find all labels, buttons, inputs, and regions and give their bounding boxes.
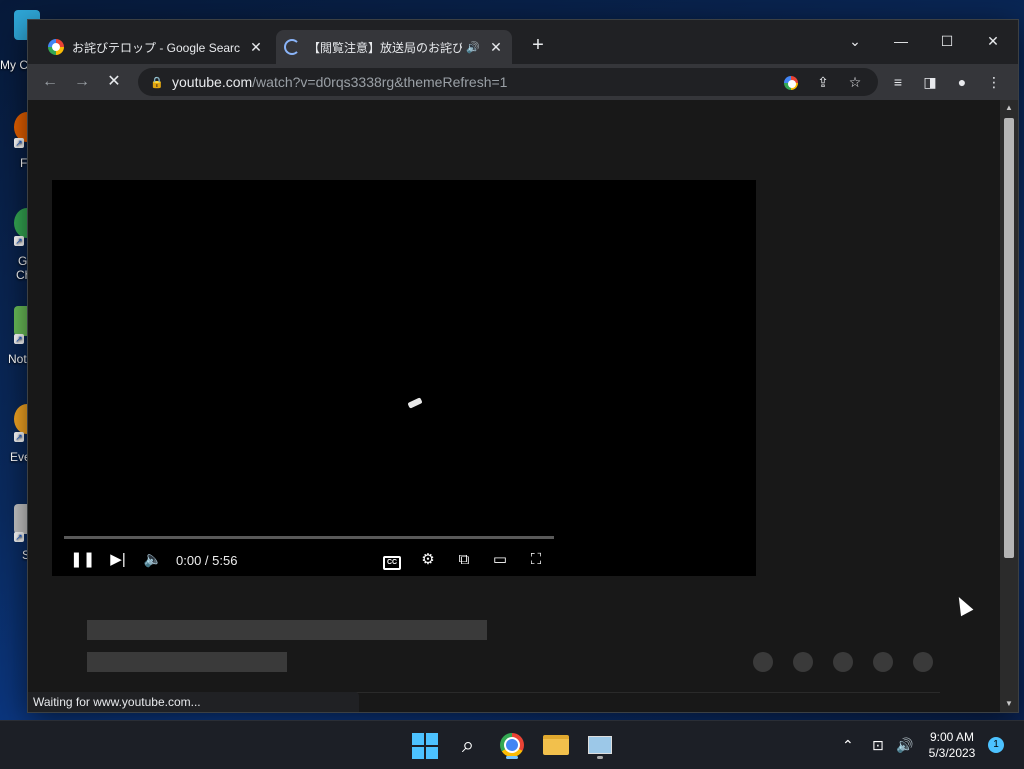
video-time: 0:00 / 5:56 — [176, 553, 238, 568]
loading-indicator — [407, 397, 423, 409]
action-placeholder — [913, 652, 933, 672]
desktop-icon-label: G — [18, 254, 28, 268]
desktop-icon-label: F — [20, 156, 28, 170]
google-favicon-icon — [48, 39, 64, 55]
profile-icon[interactable]: ● — [950, 70, 974, 94]
browser-window: お詫びテロップ - Google Search ✕ 【閲覧注意】放送局のお詫び・… — [28, 20, 1018, 712]
shortcut-arrow-icon: ↗ — [14, 334, 24, 344]
pause-button[interactable]: ❚❚ — [70, 548, 95, 572]
search-icon[interactable]: ⌕ — [452, 729, 484, 761]
back-button[interactable]: ← — [38, 70, 62, 94]
tab-google-search[interactable]: お詫びテロップ - Google Search ✕ — [40, 30, 272, 64]
tab-search-button[interactable]: ⌄ — [840, 26, 870, 56]
desktop-icon-label: My C — [0, 58, 28, 72]
action-placeholder — [753, 652, 773, 672]
shortcut-arrow-icon: ↗ — [14, 532, 24, 542]
show-hidden-icons-chevron-icon[interactable]: ⌃ — [842, 737, 854, 754]
action-placeholder — [833, 652, 853, 672]
shortcut-arrow-icon: ↗ — [14, 432, 24, 442]
tab-title: 【閲覧注意】放送局のお詫び・ — [308, 40, 463, 55]
new-tab-button[interactable]: + — [526, 34, 550, 58]
chrome-icon — [500, 733, 524, 757]
taskbar-chrome-button[interactable] — [496, 729, 528, 761]
taskbar: ⌕ ⌃ ⊡ 🔊 9:00 AM 5/3/2023 1 — [0, 720, 1024, 769]
action-placeholder — [793, 652, 813, 672]
scroll-down-icon[interactable]: ▼ — [1000, 696, 1018, 712]
volume-icon[interactable]: 🔊 — [896, 737, 913, 754]
google-lens-icon[interactable] — [780, 71, 802, 93]
mouse-cursor-icon — [952, 593, 974, 617]
tab-title: お詫びテロップ - Google Search — [72, 40, 240, 55]
tab-close-icon[interactable]: ✕ — [248, 39, 264, 55]
page-viewport: ❚❚ ▶| 🔈 0:00 / 5:56 CC ⚙ ⧉ ▭ ⛶ — [28, 100, 1000, 712]
desktop-icon-label: Not — [8, 352, 27, 366]
system-clock[interactable]: 9:00 AM 5/3/2023 — [920, 729, 984, 761]
settings-gear-icon[interactable]: ⚙ — [416, 548, 440, 572]
maximize-button[interactable]: ☐ — [932, 26, 962, 56]
forward-button[interactable]: → — [70, 70, 94, 94]
cc-icon: CC — [383, 556, 401, 570]
media-controls-icon[interactable]: ≡ — [886, 70, 910, 94]
image-app-icon — [588, 736, 612, 754]
miniplayer-icon[interactable]: ⧉ — [452, 548, 476, 572]
scrollbar-thumb[interactable] — [1004, 118, 1014, 558]
clock-date: 5/3/2023 — [928, 746, 976, 760]
clock-time: 9:00 AM — [929, 730, 975, 744]
lock-icon[interactable]: 🔒 — [150, 76, 164, 89]
page-scrollbar[interactable]: ▲ ▼ — [1000, 100, 1018, 712]
address-bar[interactable]: 🔒 youtube.com/watch?v=d0rqs3338rg&themeR… — [138, 68, 878, 96]
channel-placeholder — [87, 652, 287, 672]
share-icon[interactable]: ⇪ — [812, 71, 834, 93]
title-placeholder — [87, 620, 487, 640]
captions-button[interactable]: CC — [380, 548, 404, 572]
volume-icon[interactable]: 🔈 — [141, 548, 165, 572]
next-video-button[interactable]: ▶| — [106, 548, 130, 572]
audio-playing-icon[interactable]: 🔊 — [466, 41, 480, 54]
network-icon[interactable]: ⊡ — [872, 737, 884, 754]
loading-spinner-icon — [284, 39, 300, 55]
theater-mode-icon[interactable]: ▭ — [488, 548, 512, 572]
fullscreen-icon[interactable]: ⛶ — [524, 548, 548, 572]
kebab-menu-icon[interactable]: ⋮ — [982, 70, 1006, 94]
windows-logo-icon — [412, 733, 424, 745]
status-bubble: Waiting for www.youtube.com... — [28, 692, 359, 712]
url-path: /watch?v=d0rqs3338rg&themeRefresh=1 — [252, 74, 508, 90]
shortcut-arrow-icon: ↗ — [14, 138, 24, 148]
stop-loading-button[interactable]: ✕ — [102, 70, 126, 94]
close-window-button[interactable]: ✕ — [978, 26, 1008, 56]
tab-strip: お詫びテロップ - Google Search ✕ 【閲覧注意】放送局のお詫び・… — [28, 20, 1018, 64]
tab-close-icon[interactable]: ✕ — [488, 39, 504, 55]
running-indicator — [597, 756, 603, 759]
side-panel-icon[interactable]: ◨ — [918, 70, 942, 94]
video-player[interactable]: ❚❚ ▶| 🔈 0:00 / 5:56 CC ⚙ ⧉ ▭ ⛶ — [52, 180, 756, 576]
divider — [354, 692, 940, 693]
taskbar-app-button[interactable] — [584, 729, 616, 761]
player-controls: ❚❚ ▶| 🔈 0:00 / 5:56 CC ⚙ ⧉ ▭ ⛶ — [52, 544, 756, 576]
url-host: youtube.com — [172, 74, 253, 90]
scroll-up-icon[interactable]: ▲ — [1000, 100, 1018, 116]
minimize-button[interactable]: — — [886, 26, 916, 56]
active-indicator — [506, 756, 518, 759]
browser-toolbar: ← → ✕ 🔒 youtube.com/watch?v=d0rqs3338rg&… — [28, 64, 1018, 100]
notification-badge[interactable]: 1 — [988, 737, 1004, 753]
tab-youtube[interactable]: 【閲覧注意】放送局のお詫び・ 🔊 ✕ — [276, 30, 512, 64]
video-progress-bar[interactable] — [64, 536, 554, 539]
bookmark-star-icon[interactable]: ☆ — [844, 71, 866, 93]
folder-icon — [543, 735, 569, 755]
start-button[interactable] — [408, 729, 440, 761]
shortcut-arrow-icon: ↗ — [14, 236, 24, 246]
taskbar-file-explorer-button[interactable] — [540, 729, 572, 761]
action-placeholder — [873, 652, 893, 672]
